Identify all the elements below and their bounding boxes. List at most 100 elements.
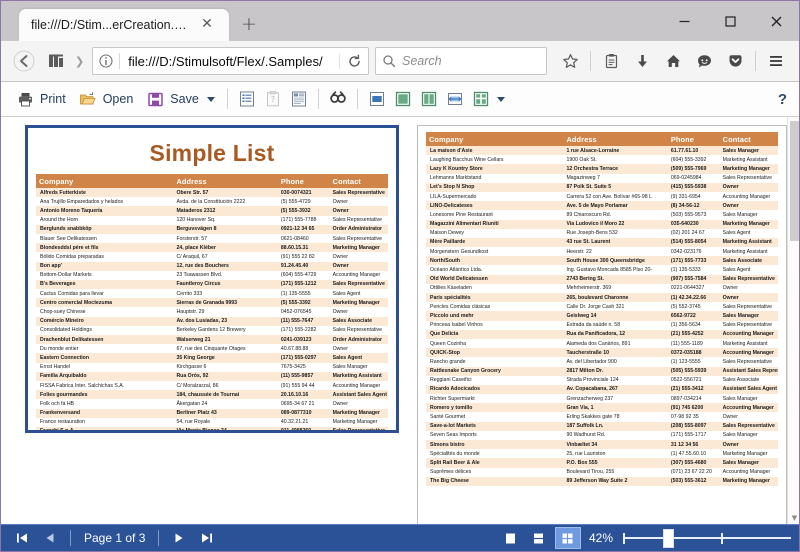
table-row: Save-a-lot Markets 187 Suffolk Ln. (208) 5… bbox=[426, 421, 778, 431]
view-single-page-icon[interactable] bbox=[499, 528, 523, 548]
report-table-left: Company Address Phone Contact Alfreds Fu… bbox=[36, 174, 388, 430]
bookmark-star-icon[interactable] bbox=[555, 46, 585, 76]
page-zoom-multi-icon[interactable] bbox=[470, 88, 492, 110]
back-icon[interactable] bbox=[9, 46, 39, 76]
table-row: Piccolo und mehr Geislweg 14 6562-9722 Sale… bbox=[426, 311, 778, 321]
downloads-icon[interactable] bbox=[627, 46, 657, 76]
pocket-icon[interactable] bbox=[720, 46, 750, 76]
url-text[interactable]: file:///D:/Stimulsoft/Flex/.Samples/ bbox=[120, 54, 339, 69]
cell-address: Ave. 5 de Mayo Porlamar bbox=[563, 201, 668, 211]
cell-address: 43 rue St. Laurent bbox=[563, 237, 668, 248]
cell-company: Chop-suey Chinese bbox=[36, 307, 174, 317]
cell-address: Åkergatan 24 bbox=[173, 399, 278, 409]
last-page-icon[interactable] bbox=[194, 527, 220, 549]
cell-contact: Sales Representative bbox=[719, 274, 778, 284]
cell-address: Taucherstraße 10 bbox=[563, 348, 668, 358]
table-row: France restauration 54, rue Royale 40.32.2… bbox=[36, 417, 388, 427]
cell-address: Vinbæltet 34 bbox=[563, 440, 668, 450]
scroll-down-icon[interactable]: ▼ bbox=[788, 511, 799, 524]
cell-phone: (91) 745 6200 bbox=[667, 403, 720, 413]
cell-address: Av. dos Lusíadas, 23 bbox=[173, 316, 278, 326]
new-tab-button[interactable]: + bbox=[235, 11, 263, 39]
table-row: Lehmanns Marktstand Magazinweg 7 069-02459… bbox=[426, 173, 778, 183]
chevron-down-icon[interactable] bbox=[206, 96, 215, 102]
cell-company: Richter Supermarkt bbox=[426, 394, 564, 404]
parameters-icon[interactable]: ? bbox=[262, 88, 284, 110]
scrollbar-thumb[interactable] bbox=[790, 121, 799, 241]
cell-contact: Marketing Manager bbox=[719, 449, 778, 459]
identity-info-icon[interactable] bbox=[93, 54, 119, 68]
search-input[interactable]: Search bbox=[375, 47, 547, 75]
print-button[interactable]: Print bbox=[9, 86, 72, 112]
next-page-icon[interactable] bbox=[166, 527, 192, 549]
open-label: Open bbox=[102, 92, 134, 106]
chat-icon[interactable] bbox=[689, 46, 719, 76]
cell-contact: Owner bbox=[329, 344, 388, 354]
cell-company: Folk och fä HB bbox=[36, 399, 174, 409]
page-view-multi-icon[interactable] bbox=[418, 88, 440, 110]
close-window-icon[interactable] bbox=[753, 1, 799, 41]
open-button[interactable]: Open bbox=[72, 86, 140, 112]
cell-company: Blondesddsl père et fils bbox=[36, 243, 174, 253]
cell-contact: Accounting Manager bbox=[719, 348, 778, 358]
cell-address: 2743 Bering St. bbox=[563, 274, 668, 284]
page-view-continuous-icon[interactable] bbox=[392, 88, 414, 110]
cell-phone: 91.24.45.40 bbox=[277, 261, 330, 271]
home-icon[interactable] bbox=[658, 46, 688, 76]
zoom-slider-thumb[interactable] bbox=[663, 528, 674, 548]
cell-company: Queen Cozinha bbox=[426, 338, 564, 349]
url-bar[interactable]: file:///D:/Stimulsoft/Flex/.Samples/ bbox=[92, 47, 369, 75]
cell-phone: 6562-9722 bbox=[667, 311, 720, 321]
first-page-icon[interactable] bbox=[9, 527, 35, 549]
prev-page-icon[interactable] bbox=[37, 527, 63, 549]
reader-icon[interactable] bbox=[596, 46, 626, 76]
report-page-2[interactable]: Company Address Phone Contact La maison … bbox=[417, 125, 787, 524]
close-icon[interactable]: ✕ bbox=[199, 17, 215, 33]
table-row: Bólido Comidas preparadas C/ Araquil, 67(… bbox=[36, 252, 388, 262]
table-row: North/South South House 300 Queensbridge(… bbox=[426, 256, 778, 266]
library-icon[interactable] bbox=[41, 46, 71, 76]
minimize-icon[interactable] bbox=[661, 1, 707, 41]
cell-contact: Owner bbox=[329, 206, 388, 216]
cell-contact: Owner bbox=[719, 293, 778, 303]
column-header-address-2: Address bbox=[563, 132, 668, 146]
report-page-1[interactable]: Simple List Company Address Phone Contac… bbox=[25, 125, 399, 433]
menu-icon[interactable] bbox=[761, 46, 791, 76]
cell-contact: Sales Representative bbox=[329, 215, 388, 225]
cell-address: Estrada da saúde n. 58 bbox=[563, 320, 668, 330]
cell-company: Bólido Comidas preparadas bbox=[36, 252, 174, 262]
find-icon[interactable] bbox=[327, 88, 349, 110]
chevron-down-icon-views[interactable] bbox=[496, 96, 505, 102]
cell-company: FISSA Fabrica Inter. Salchichas S.A. bbox=[36, 380, 174, 391]
cell-phone: (171) 555-7788 bbox=[277, 215, 330, 225]
page-area[interactable]: Simple List Company Address Phone Contac… bbox=[1, 117, 787, 524]
cell-company: Piccolo und mehr bbox=[426, 311, 564, 321]
view-continuous-page-icon[interactable] bbox=[527, 528, 551, 548]
browser-tab[interactable]: file:///D:/Stim...erCreation.html ✕ bbox=[19, 9, 229, 41]
window-controls bbox=[661, 1, 799, 41]
table-row: Richter Supermarkt Grenzacherweg 237 0897-… bbox=[426, 394, 778, 404]
cell-company: Franchi S.p.A. bbox=[36, 426, 174, 430]
status-divider-1 bbox=[70, 530, 71, 546]
page-view-single-icon[interactable] bbox=[366, 88, 388, 110]
vertical-scrollbar[interactable]: ▲ ▼ bbox=[787, 117, 799, 524]
view-multiple-page-icon[interactable] bbox=[554, 527, 581, 549]
cell-company: Maison Dewey bbox=[426, 228, 564, 238]
bookmarks-icon[interactable] bbox=[236, 88, 258, 110]
nav-divider-2 bbox=[755, 51, 756, 71]
cell-contact: Order Administrator bbox=[329, 335, 388, 345]
zoom-level-label: 42% bbox=[588, 531, 613, 545]
cell-company: France restauration bbox=[36, 417, 174, 427]
help-button[interactable]: ? bbox=[778, 91, 787, 108]
cell-company: Ana Trujillo Emparedados y helados bbox=[36, 197, 174, 207]
page-indicator[interactable]: Page 1 of 3 bbox=[78, 531, 151, 545]
reload-icon[interactable] bbox=[339, 53, 368, 69]
maximize-icon[interactable] bbox=[707, 1, 753, 41]
save-button[interactable]: Save bbox=[139, 86, 221, 112]
page-fit-width-icon[interactable] bbox=[444, 88, 466, 110]
thumbnails-icon[interactable] bbox=[288, 88, 310, 110]
cell-phone: (1) 135-5333 bbox=[667, 265, 720, 275]
cell-contact: Owner bbox=[329, 197, 388, 207]
zoom-slider[interactable] bbox=[623, 528, 791, 548]
cell-company: Antonio Moreno Taquería bbox=[36, 206, 174, 216]
